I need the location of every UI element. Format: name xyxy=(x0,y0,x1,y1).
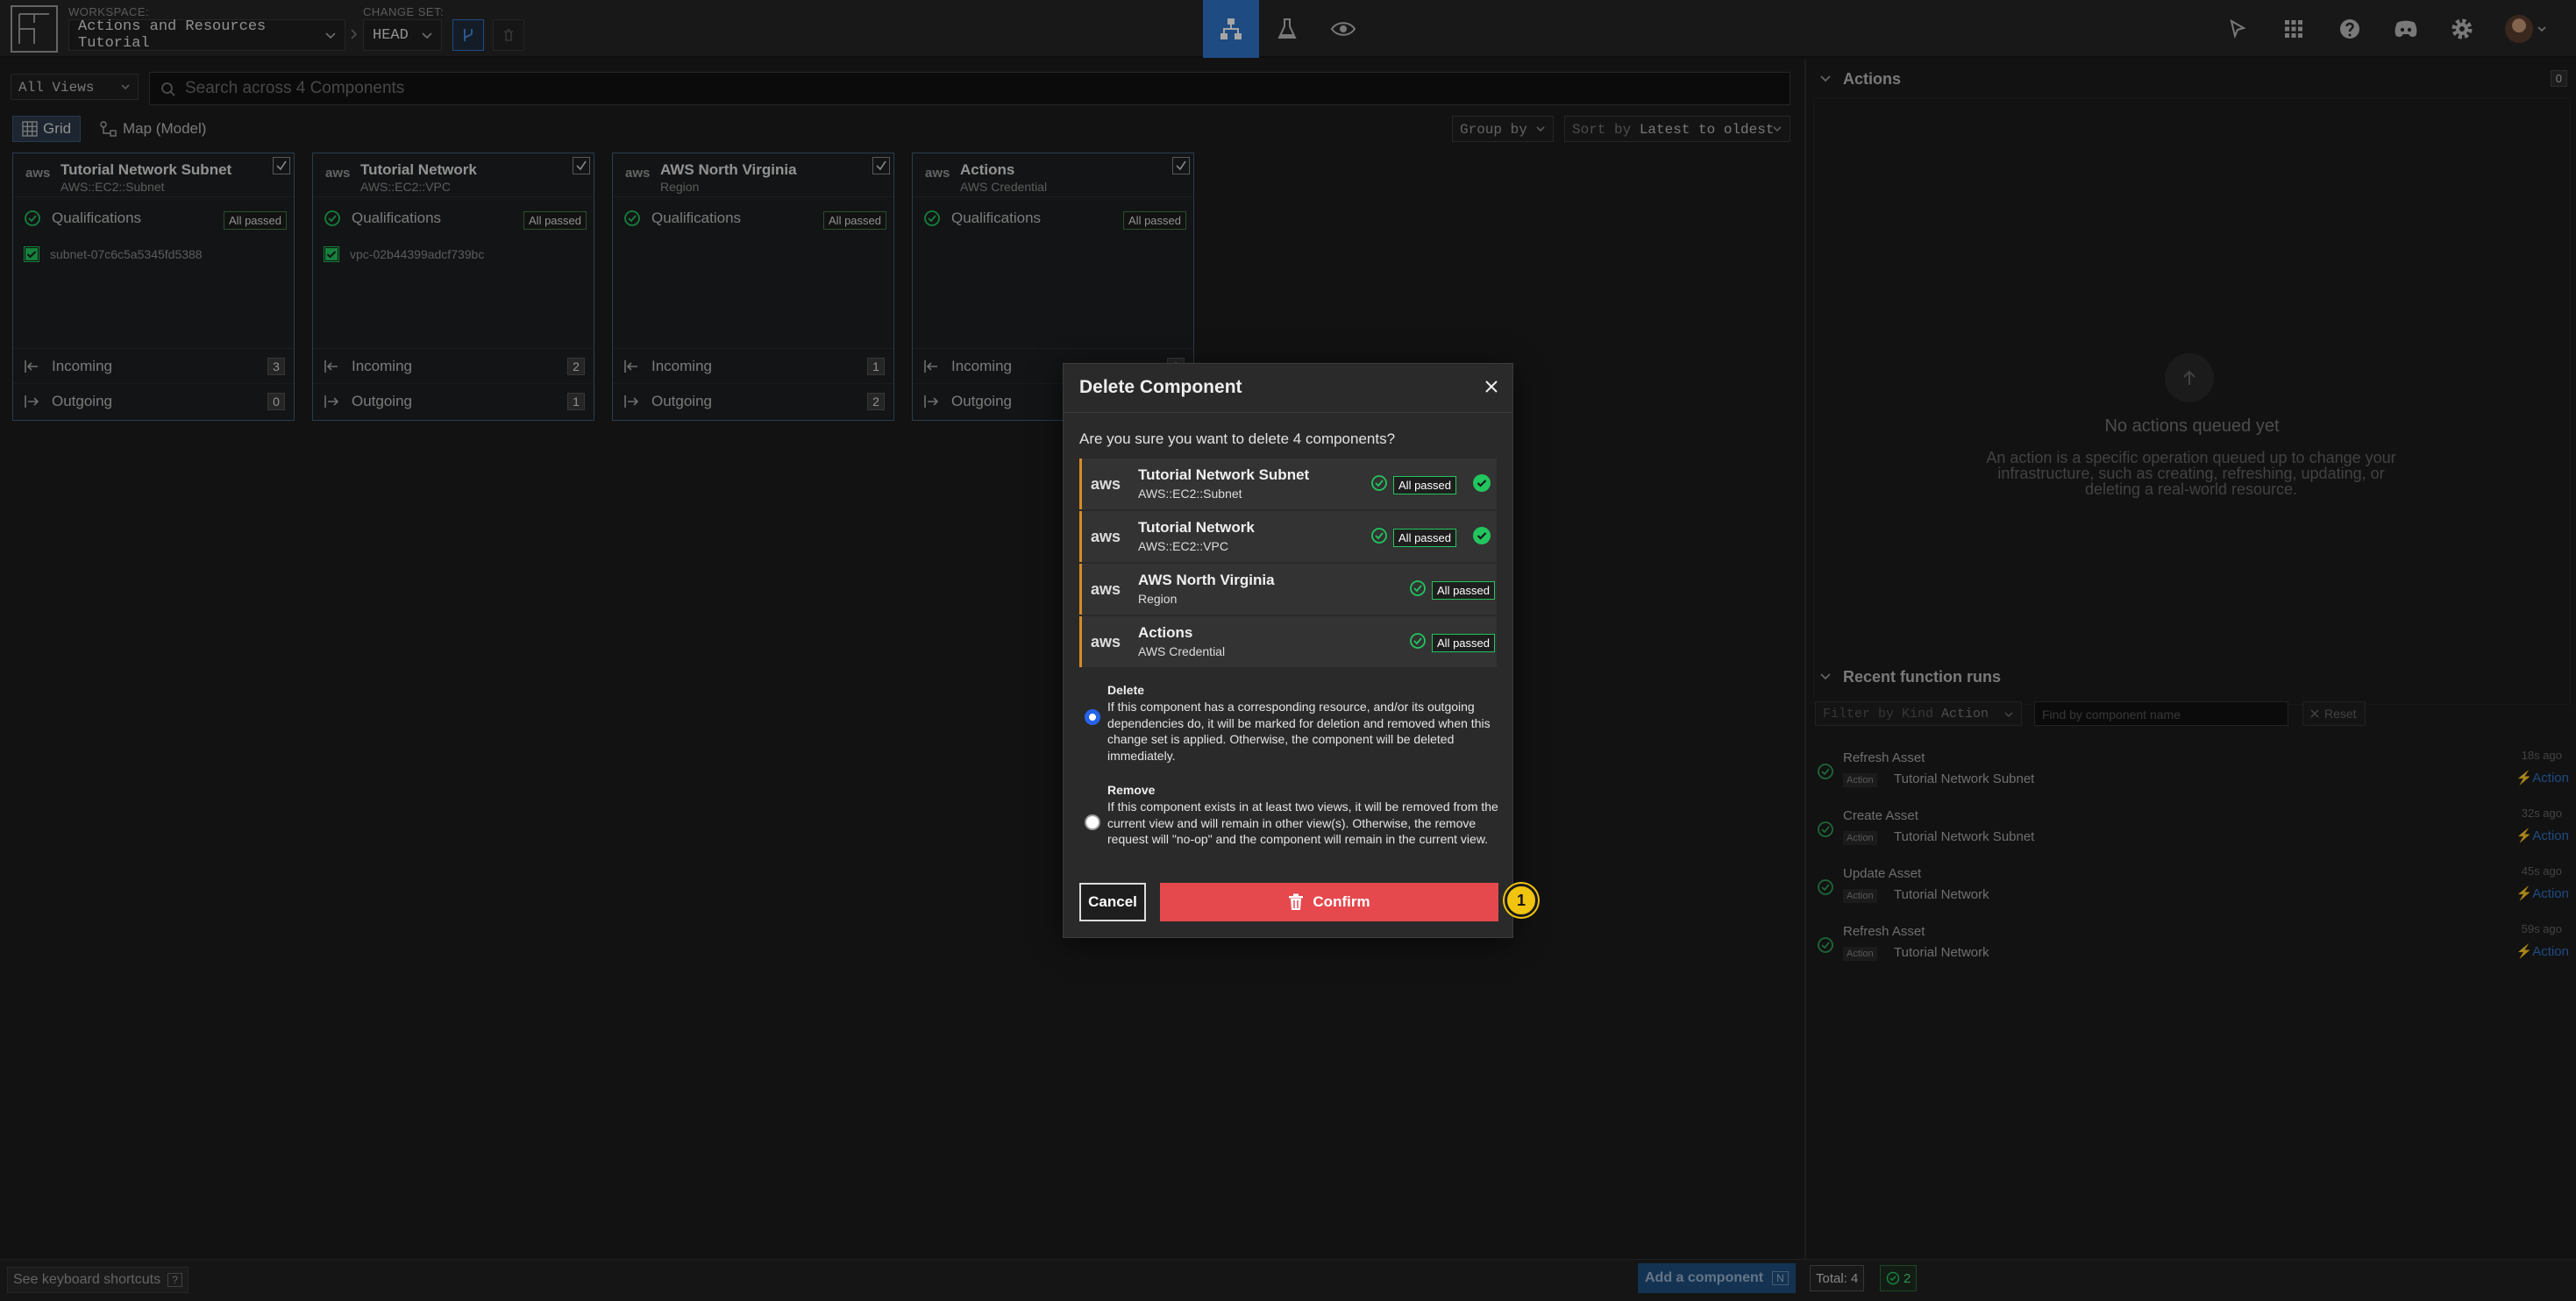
delete-component-row: aws Tutorial Network AWS::EC2::VPC All p… xyxy=(1079,511,1497,562)
remove-option-title: Remove xyxy=(1107,783,1156,797)
qualification-badge: All passed xyxy=(1393,529,1456,547)
delete-component-row: aws Tutorial Network Subnet AWS::EC2::Su… xyxy=(1079,459,1497,509)
step-marker: 1 xyxy=(1505,884,1538,917)
component-subtitle: Region xyxy=(1138,592,1178,606)
aws-logo-icon: aws xyxy=(1091,580,1121,598)
component-title: AWS North Virginia xyxy=(1138,572,1275,588)
check-circle-icon xyxy=(1410,580,1426,596)
delete-option[interactable]: Delete If this component has a correspon… xyxy=(1079,683,1500,763)
remove-option[interactable]: Remove If this component exists in at le… xyxy=(1079,783,1500,867)
check-circle-icon xyxy=(1371,528,1387,544)
close-button[interactable] xyxy=(1483,378,1500,395)
cancel-button[interactable]: Cancel xyxy=(1079,883,1146,921)
check-circle-icon xyxy=(1410,633,1426,649)
component-title: Tutorial Network xyxy=(1138,519,1255,536)
trash-icon xyxy=(1289,893,1304,910)
confirm-label: Confirm xyxy=(1313,893,1370,910)
qualification-badge: All passed xyxy=(1432,581,1495,600)
remove-option-description: If this component exists in at least two… xyxy=(1107,800,1498,846)
component-subtitle: AWS::EC2::VPC xyxy=(1138,539,1228,553)
check-badge-icon xyxy=(1473,527,1491,544)
component-subtitle: AWS Credential xyxy=(1138,644,1226,658)
close-icon xyxy=(1485,380,1498,393)
delete-option-title: Delete xyxy=(1107,683,1145,697)
delete-component-dialog: Delete Component Are you sure you want t… xyxy=(1063,363,1513,938)
delete-component-row: aws Actions AWS Credential All passed xyxy=(1079,616,1497,667)
component-subtitle: AWS::EC2::Subnet xyxy=(1138,487,1242,501)
aws-logo-icon: aws xyxy=(1091,633,1121,650)
dialog-question: Are you sure you want to delete 4 compon… xyxy=(1079,430,1396,447)
confirm-button[interactable]: Confirm xyxy=(1160,883,1498,921)
check-badge-icon xyxy=(1473,474,1491,492)
component-title: Actions xyxy=(1138,624,1193,641)
check-circle-icon xyxy=(1371,475,1387,491)
aws-logo-icon: aws xyxy=(1091,528,1121,545)
qualification-badge: All passed xyxy=(1432,634,1495,652)
remove-radio[interactable] xyxy=(1085,814,1100,830)
delete-component-row: aws AWS North Virginia Region All passed xyxy=(1079,564,1497,615)
delete-option-description: If this component has a corresponding re… xyxy=(1107,700,1491,763)
aws-logo-icon: aws xyxy=(1091,475,1121,493)
dialog-title: Delete Component xyxy=(1079,377,1242,397)
delete-radio[interactable] xyxy=(1085,709,1100,725)
component-title: Tutorial Network Subnet xyxy=(1138,466,1310,483)
qualification-badge: All passed xyxy=(1393,476,1456,494)
dialog-header: Delete Component xyxy=(1064,364,1512,413)
